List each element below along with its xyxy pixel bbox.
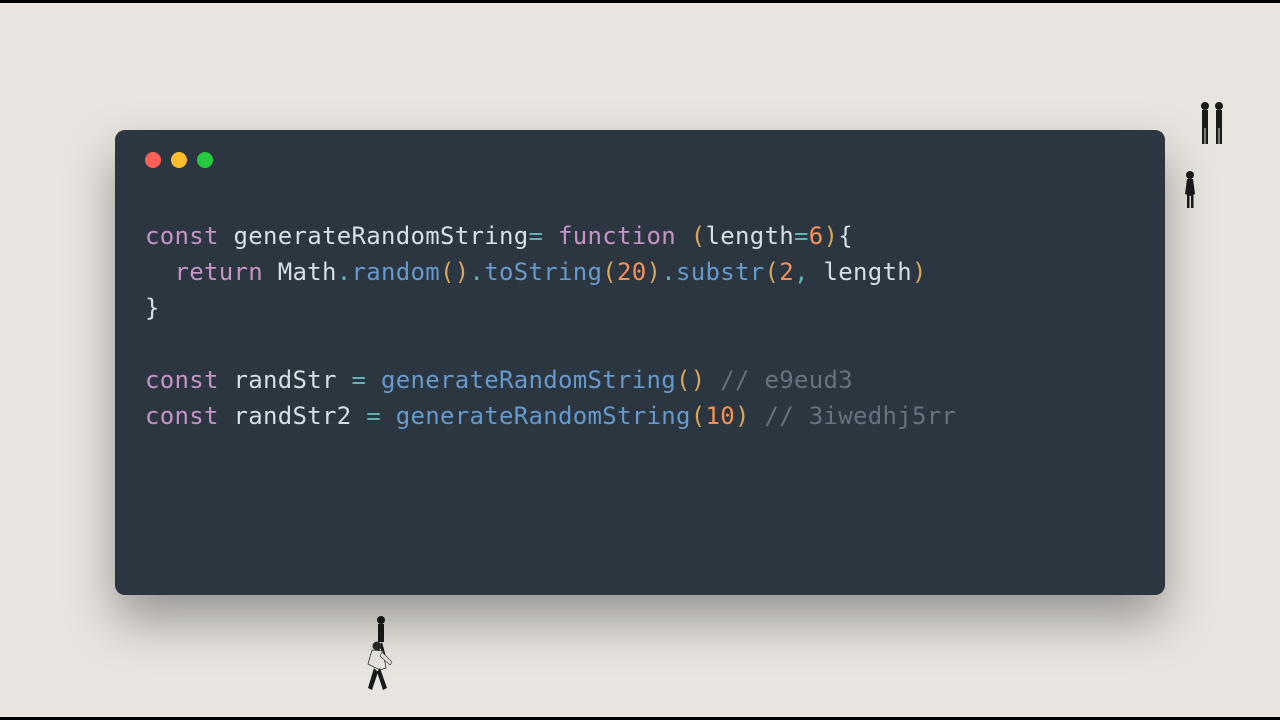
paren-open: ( [676, 366, 691, 394]
parameter: length [705, 222, 794, 250]
paren-close: ) [691, 366, 706, 394]
background-figure [1195, 100, 1230, 150]
number-literal: 2 [779, 258, 794, 286]
comment: // 3iwedhj5rr [764, 402, 956, 430]
background-figure [1180, 170, 1200, 210]
indent [145, 258, 175, 286]
window-controls [145, 152, 1135, 168]
identifier: Math [278, 258, 337, 286]
keyword-const: const [145, 402, 219, 430]
code-content: const generateRandomString= function (le… [145, 218, 1135, 434]
keyword-return: return [175, 258, 264, 286]
method: random [352, 258, 441, 286]
letterbox-top [0, 0, 1280, 3]
brace-close: } [145, 294, 160, 322]
close-icon[interactable] [145, 152, 161, 168]
keyword-const: const [145, 222, 219, 250]
operator-equals: = [366, 402, 381, 430]
keyword-const: const [145, 366, 219, 394]
paren-open: ( [602, 258, 617, 286]
dot: . [661, 258, 676, 286]
function-call: generateRandomString [396, 402, 691, 430]
identifier: length [824, 258, 913, 286]
paren-close: ) [823, 222, 838, 250]
operator-equals: = [794, 222, 809, 250]
number-literal: 6 [809, 222, 824, 250]
minimize-icon[interactable] [171, 152, 187, 168]
dot: . [470, 258, 485, 286]
paren-open: ( [691, 402, 706, 430]
code-editor-window: const generateRandomString= function (le… [115, 130, 1165, 595]
method: toString [484, 258, 602, 286]
comma: , [794, 258, 809, 286]
operator-equals: = [352, 366, 367, 394]
paren-open: ( [440, 258, 455, 286]
dot: . [337, 258, 352, 286]
paren-close: ) [647, 258, 662, 286]
number-literal: 10 [705, 402, 735, 430]
identifier: generateRandomString [234, 222, 529, 250]
operator-equals: = [528, 222, 543, 250]
identifier: randStr [234, 366, 337, 394]
number-literal: 20 [617, 258, 647, 286]
paren-close: ) [455, 258, 470, 286]
paren-close: ) [912, 258, 927, 286]
function-call: generateRandomString [381, 366, 676, 394]
keyword-function: function [558, 222, 676, 250]
method: substr [676, 258, 765, 286]
paren-close: ) [735, 402, 750, 430]
comment: // e9eud3 [720, 366, 853, 394]
zoom-icon[interactable] [197, 152, 213, 168]
identifier: randStr2 [234, 402, 352, 430]
paren-open: ( [765, 258, 780, 286]
brace-open: { [838, 222, 853, 250]
paren-open: ( [691, 222, 706, 250]
background-figure [360, 640, 395, 695]
